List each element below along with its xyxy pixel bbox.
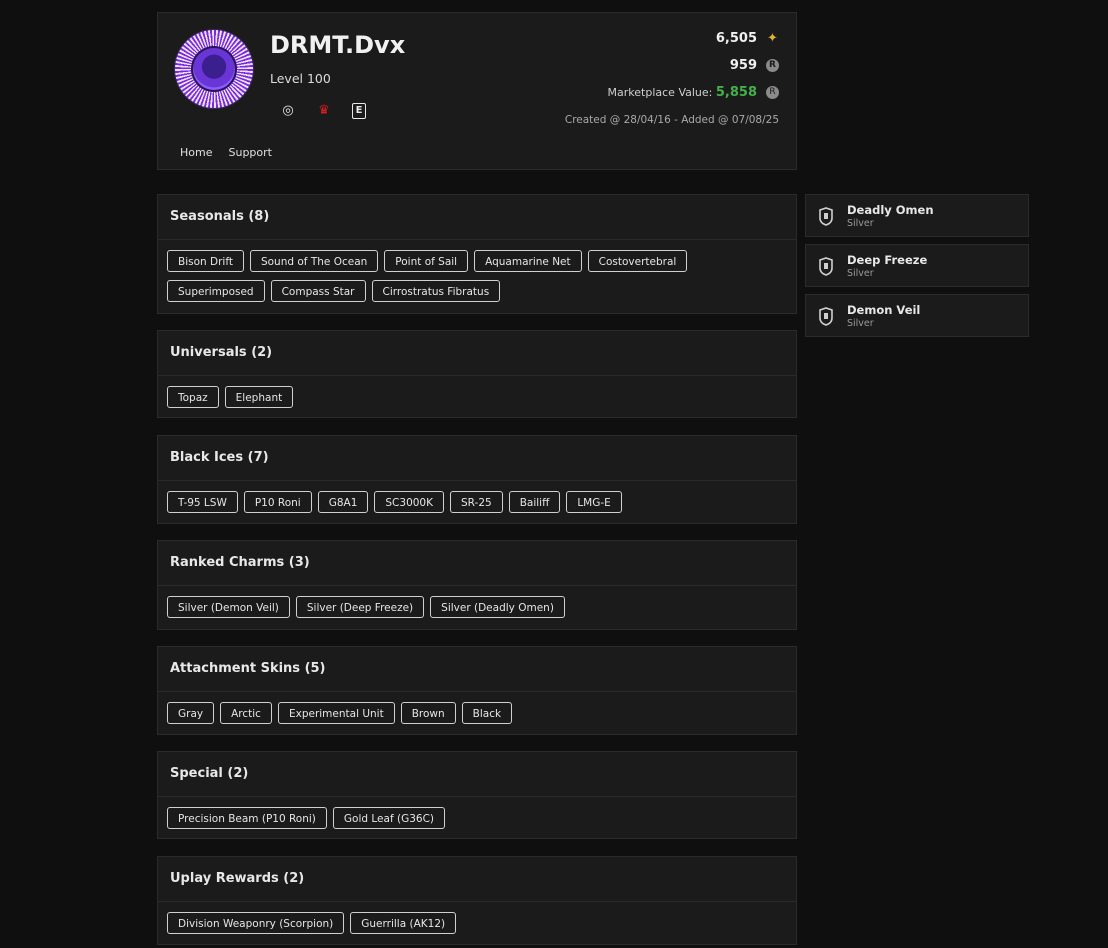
item-chip[interactable]: Compass Star — [270, 280, 366, 302]
ranked-charm-tier: Silver — [847, 218, 874, 229]
item-chip[interactable]: Topaz — [167, 386, 219, 408]
item-chip[interactable]: Silver (Deadly Omen) — [430, 596, 565, 618]
nav-home[interactable]: Home — [180, 146, 212, 159]
nav-support[interactable]: Support — [228, 146, 271, 159]
item-chip[interactable]: Costovertebral — [587, 250, 688, 272]
section-title: Ranked Charms (3) — [158, 541, 796, 586]
item-chip[interactable]: P10 Roni — [243, 491, 312, 513]
item-chip[interactable]: G8A1 — [317, 491, 369, 513]
ubisoft-icon[interactable]: ◎ — [280, 103, 296, 119]
ranked-charm-name: Demon Veil — [847, 303, 921, 317]
marketplace-stat: Marketplace Value: 5,858 R — [608, 85, 779, 100]
profile-card: DRMT.Dvx Level 100 ◎ ♛ E 6,505 ✦ 959 R M… — [157, 12, 797, 170]
section-card: Ranked Charms (3) Silver (Demon Veil) Silv… — [157, 540, 797, 630]
credits-icon: R — [766, 59, 779, 72]
item-chip[interactable]: Precision Beam (P10 Roni) — [167, 807, 327, 829]
item-chip[interactable]: SR-25 — [450, 491, 503, 513]
credits-value: 959 — [729, 58, 757, 73]
item-chip[interactable]: Arctic — [220, 702, 272, 724]
epic-icon[interactable]: E — [352, 103, 366, 119]
item-chip-list: Gray Arctic Experimental Unit Brown Black — [158, 692, 796, 738]
item-chip[interactable]: Brown — [400, 702, 456, 724]
item-chip[interactable]: T-95 LSW — [167, 491, 238, 513]
marketplace-label: Marketplace Value: — [607, 86, 713, 99]
section-title: Uplay Rewards (2) — [158, 857, 796, 902]
section-title: Black Ices (7) — [158, 436, 796, 481]
item-chip-list: Precision Beam (P10 Roni) Gold Leaf (G36C… — [158, 797, 796, 843]
item-chip-list: Silver (Demon Veil) Silver (Deep Freeze) S… — [158, 586, 796, 632]
item-chip[interactable]: Experimental Unit — [277, 702, 395, 724]
item-chip[interactable]: Silver (Demon Veil) — [167, 596, 290, 618]
rank-badge-icon — [819, 257, 833, 276]
ranked-charm-card[interactable]: Deep Freeze Silver — [805, 244, 1029, 287]
marketplace-credits-icon: R — [766, 86, 779, 99]
renown-value: 6,505 — [715, 31, 757, 46]
section-card: Attachment Skins (5) Gray Arctic Experiment… — [157, 646, 797, 735]
rank-badge-icon — [819, 307, 833, 326]
renown-icon: ✦ — [767, 31, 778, 46]
item-chip-list: Division Weaponry (Scorpion) Guerrilla (A… — [158, 902, 796, 948]
item-chip[interactable]: SC3000K — [374, 491, 444, 513]
created-added-date: Created @ 28/04/16 - Added @ 07/08/25 — [564, 114, 779, 126]
item-chip[interactable]: Bailiff — [508, 491, 561, 513]
item-chip[interactable]: Guerrilla (AK12) — [350, 912, 457, 934]
avatar — [175, 30, 253, 108]
item-chip[interactable]: Black — [461, 702, 513, 724]
ranked-charm-name: Deadly Omen — [847, 203, 934, 217]
item-chip[interactable]: Sound of The Ocean — [249, 250, 379, 272]
credits-stat: 959 R — [730, 58, 779, 73]
renown-stat: 6,505 ✦ — [716, 31, 779, 46]
item-chip[interactable]: Division Weaponry (Scorpion) — [167, 912, 345, 934]
player-level: Level 100 — [270, 71, 331, 86]
profile-nav: Home Support — [180, 146, 272, 159]
player-name: DRMT.Dvx — [270, 31, 406, 59]
ranked-charm-card[interactable]: Demon Veil Silver — [805, 294, 1029, 337]
section-title: Attachment Skins (5) — [158, 647, 796, 692]
platform-icons: ◎ ♛ E — [280, 103, 366, 119]
item-chip[interactable]: Aquamarine Net — [474, 250, 582, 272]
item-chip[interactable]: Elephant — [224, 386, 294, 408]
item-chip[interactable]: Cirrostratus Fibratus — [371, 280, 501, 302]
ranked-charm-tier: Silver — [847, 268, 874, 279]
item-chip[interactable]: LMG-E — [566, 491, 622, 513]
item-chip[interactable]: Bison Drift — [167, 250, 244, 272]
item-chip[interactable]: Silver (Deep Freeze) — [295, 596, 425, 618]
section-card: Uplay Rewards (2) Division Weaponry (Scor… — [157, 856, 797, 945]
item-chip[interactable]: Gray — [167, 702, 215, 724]
item-chip-list: Topaz Elephant — [158, 376, 796, 422]
item-chip-list: T-95 LSW P10 Roni G8A1 SC3000K SR-25 Bailiff L… — [158, 481, 796, 527]
item-chip[interactable]: Point of Sail — [384, 250, 469, 272]
ranked-charm-name: Deep Freeze — [847, 253, 928, 267]
ranked-charm-tier: Silver — [847, 318, 874, 329]
rank-badge-icon — [819, 207, 833, 226]
section-title: Seasonals (8) — [158, 195, 796, 240]
item-chip-list: Bison Drift Sound of The Ocean Point of Sa… — [158, 240, 796, 316]
section-title: Special (2) — [158, 752, 796, 797]
playstation-icon[interactable]: ♛ — [316, 103, 332, 119]
section-card: Seasonals (8) Bison Drift Sound of The Oce… — [157, 194, 797, 314]
ranked-charm-card[interactable]: Deadly Omen Silver — [805, 194, 1029, 237]
item-chip[interactable]: Gold Leaf (G36C) — [332, 807, 446, 829]
section-title: Universals (2) — [158, 331, 796, 376]
item-chip[interactable]: Superimposed — [167, 280, 265, 302]
section-card: Special (2) Precision Beam (P10 Roni) Gold… — [157, 751, 797, 839]
marketplace-value: 5,858 — [715, 85, 757, 100]
section-card: Universals (2) Topaz Elephant — [157, 330, 797, 418]
section-card: Black Ices (7) T-95 LSW P10 Roni G8A1 SC3000… — [157, 435, 797, 524]
